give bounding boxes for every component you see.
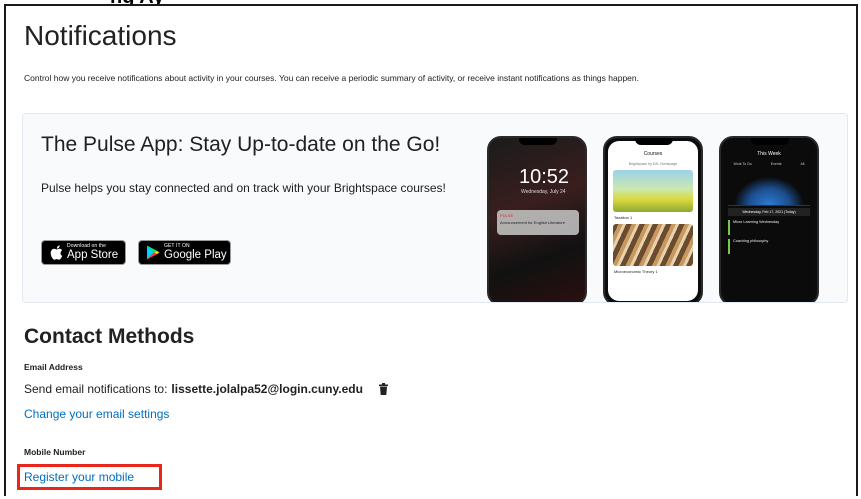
google-play-button[interactable]: GET IT ON Google Play: [138, 240, 231, 265]
email-address-label: Email Address: [24, 362, 83, 372]
phone-lockscreen-image: 10:52 Wednesday, July 24 PULSE Announcem…: [487, 136, 587, 302]
page-description: Control how you receive notifications ab…: [24, 73, 639, 83]
calendar-screen-title: This Week: [757, 151, 781, 157]
app-store-small-text: Download on the: [67, 242, 107, 249]
course-image: [613, 170, 693, 212]
phone-courses-image: Courses Brightspace by D2L Homepage Taxa…: [603, 136, 703, 302]
change-email-settings-link[interactable]: Change your email settings: [24, 407, 169, 421]
notifications-page: Notifications Control how you receive no…: [4, 4, 858, 496]
trash-icon[interactable]: [378, 383, 388, 395]
course-image: [613, 224, 693, 266]
google-play-icon: [142, 245, 164, 260]
email-prefix: Send email notifications to:: [24, 382, 168, 396]
app-store-big-text: App Store: [67, 248, 119, 261]
contact-methods-title: Contact Methods: [24, 325, 195, 348]
email-value: lissette.jolalpa52@login.cuny.edu: [171, 382, 363, 396]
google-play-big-text: Google Play: [164, 248, 227, 261]
pulse-title: The Pulse App: Stay Up-to-date on the Go…: [41, 133, 441, 156]
pulse-app-card: The Pulse App: Stay Up-to-date on the Go…: [22, 113, 848, 303]
pulse-description: Pulse helps you stay connected and on tr…: [41, 181, 446, 195]
workload-graph: [728, 172, 810, 206]
calendar-item: Micro Learning Wednesday: [728, 220, 810, 235]
app-store-button[interactable]: Download on the App Store: [41, 240, 126, 265]
email-line: Send email notifications to: lissette.jo…: [24, 382, 388, 396]
register-mobile-link[interactable]: Register your mobile: [24, 470, 134, 484]
lock-date: Wednesday, July 24: [521, 189, 566, 195]
page-title: Notifications: [24, 20, 177, 51]
google-play-small-text: GET IT ON: [164, 242, 190, 249]
course-label: Microeconomic Theory 1: [614, 269, 658, 274]
lock-time: 10:52: [519, 166, 570, 188]
apple-icon: [45, 245, 67, 260]
course-label: Taxation 1: [614, 215, 633, 220]
courses-screen-title: Courses: [643, 151, 663, 157]
phone-calendar-image: This Week Work To Do Events All Wednesday,…: [719, 136, 819, 302]
calendar-item: Coaching philosophy: [728, 239, 810, 254]
lock-notification: PULSE Announcement for English Literatur…: [497, 210, 579, 235]
mobile-number-label: Mobile Number: [24, 447, 86, 457]
